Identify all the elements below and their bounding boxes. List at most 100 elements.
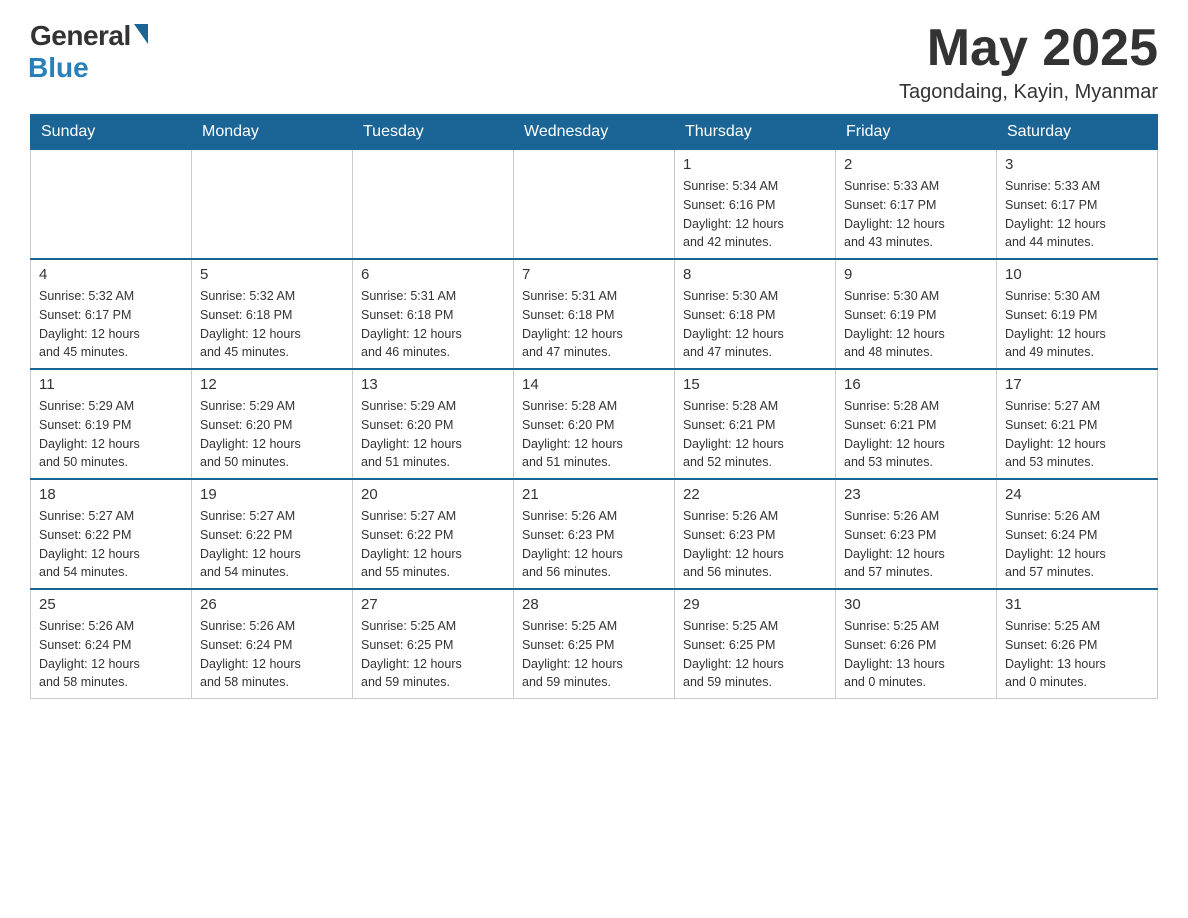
calendar-cell	[514, 150, 675, 260]
day-number: 3	[1005, 156, 1149, 173]
location-text: Tagondaing, Kayin, Myanmar	[899, 81, 1158, 104]
day-number: 4	[39, 266, 183, 283]
calendar-cell: 6Sunrise: 5:31 AM Sunset: 6:18 PM Daylig…	[353, 259, 514, 369]
logo: General Blue	[30, 20, 148, 84]
day-number: 31	[1005, 596, 1149, 613]
calendar-cell: 12 Sunrise: 5:29 AM Sunset: 6:20 PM Dayli…	[192, 369, 353, 479]
calendar-cell: 14 Sunrise: 5:28 AM Sunset: 6:20 PM Dayli…	[514, 369, 675, 479]
day-info: Sunrise: 5:34 AM Sunset: 6:16 PM Dayligh…	[683, 177, 827, 252]
day-number: 23	[844, 486, 988, 503]
day-info: Sunrise: 5:25 AM Sunset: 6:25 PM Dayligh…	[522, 617, 666, 692]
calendar-cell: 21Sunrise: 5:26 AM Sunset: 6:23 PM Dayli…	[514, 479, 675, 589]
day-number: 19	[200, 486, 344, 503]
logo-blue-text: Blue	[28, 52, 89, 84]
day-info: Sunrise: 5:30 AM Sunset: 6:18 PM Dayligh…	[683, 287, 827, 362]
day-number: 25	[39, 596, 183, 613]
day-info: Sunrise: 5:31 AM Sunset: 6:18 PM Dayligh…	[522, 287, 666, 362]
day-info: Sunrise: 5:33 AM Sunset: 6:17 PM Dayligh…	[1005, 177, 1149, 252]
day-info: Sunrise: 5:26 AM Sunset: 6:24 PM Dayligh…	[39, 617, 183, 692]
calendar-week-row: 4 Sunrise: 5:32 AM Sunset: 6:17 PM Daylig…	[31, 259, 1158, 369]
calendar-table: SundayMondayTuesdayWednesdayThursdayFrid…	[30, 114, 1158, 699]
calendar-cell: 28 Sunrise: 5:25 AM Sunset: 6:25 PM Dayli…	[514, 589, 675, 699]
calendar-cell: 22Sunrise: 5:26 AM Sunset: 6:23 PM Dayli…	[675, 479, 836, 589]
day-number: 13	[361, 376, 505, 393]
calendar-cell: 8 Sunrise: 5:30 AM Sunset: 6:18 PM Daylig…	[675, 259, 836, 369]
column-header-monday: Monday	[192, 115, 353, 150]
calendar-cell: 25 Sunrise: 5:26 AM Sunset: 6:24 PM Dayli…	[31, 589, 192, 699]
column-header-sunday: Sunday	[31, 115, 192, 150]
day-info: Sunrise: 5:30 AM Sunset: 6:19 PM Dayligh…	[844, 287, 988, 362]
calendar-cell	[353, 150, 514, 260]
day-info: Sunrise: 5:32 AM Sunset: 6:18 PM Dayligh…	[200, 287, 344, 362]
day-number: 9	[844, 266, 988, 283]
column-header-saturday: Saturday	[997, 115, 1158, 150]
day-info: Sunrise: 5:25 AM Sunset: 6:26 PM Dayligh…	[844, 617, 988, 692]
day-info: Sunrise: 5:26 AM Sunset: 6:23 PM Dayligh…	[522, 507, 666, 582]
day-number: 28	[522, 596, 666, 613]
column-header-friday: Friday	[836, 115, 997, 150]
day-number: 7	[522, 266, 666, 283]
day-info: Sunrise: 5:31 AM Sunset: 6:18 PM Dayligh…	[361, 287, 505, 362]
calendar-cell: 27 Sunrise: 5:25 AM Sunset: 6:25 PM Dayli…	[353, 589, 514, 699]
calendar-cell: 15Sunrise: 5:28 AM Sunset: 6:21 PM Dayli…	[675, 369, 836, 479]
column-header-wednesday: Wednesday	[514, 115, 675, 150]
day-number: 27	[361, 596, 505, 613]
day-info: Sunrise: 5:27 AM Sunset: 6:21 PM Dayligh…	[1005, 397, 1149, 472]
day-info: Sunrise: 5:29 AM Sunset: 6:20 PM Dayligh…	[361, 397, 505, 472]
calendar-cell	[192, 150, 353, 260]
day-number: 14	[522, 376, 666, 393]
day-number: 29	[683, 596, 827, 613]
day-number: 10	[1005, 266, 1149, 283]
calendar-cell: 17 Sunrise: 5:27 AM Sunset: 6:21 PM Dayli…	[997, 369, 1158, 479]
day-info: Sunrise: 5:26 AM Sunset: 6:24 PM Dayligh…	[200, 617, 344, 692]
logo-triangle-icon	[134, 24, 148, 44]
calendar-cell: 4 Sunrise: 5:32 AM Sunset: 6:17 PM Daylig…	[31, 259, 192, 369]
calendar-week-row: 1Sunrise: 5:34 AM Sunset: 6:16 PM Daylig…	[31, 150, 1158, 260]
day-number: 11	[39, 376, 183, 393]
calendar-cell: 19 Sunrise: 5:27 AM Sunset: 6:22 PM Dayli…	[192, 479, 353, 589]
day-number: 24	[1005, 486, 1149, 503]
day-number: 2	[844, 156, 988, 173]
calendar-cell: 2Sunrise: 5:33 AM Sunset: 6:17 PM Daylig…	[836, 150, 997, 260]
day-info: Sunrise: 5:27 AM Sunset: 6:22 PM Dayligh…	[200, 507, 344, 582]
day-info: Sunrise: 5:30 AM Sunset: 6:19 PM Dayligh…	[1005, 287, 1149, 362]
day-info: Sunrise: 5:25 AM Sunset: 6:25 PM Dayligh…	[683, 617, 827, 692]
calendar-cell: 7 Sunrise: 5:31 AM Sunset: 6:18 PM Daylig…	[514, 259, 675, 369]
calendar-cell: 16 Sunrise: 5:28 AM Sunset: 6:21 PM Dayli…	[836, 369, 997, 479]
column-header-tuesday: Tuesday	[353, 115, 514, 150]
calendar-cell	[31, 150, 192, 260]
calendar-cell: 1Sunrise: 5:34 AM Sunset: 6:16 PM Daylig…	[675, 150, 836, 260]
calendar-header-row: SundayMondayTuesdayWednesdayThursdayFrid…	[31, 115, 1158, 150]
day-number: 12	[200, 376, 344, 393]
day-info: Sunrise: 5:27 AM Sunset: 6:22 PM Dayligh…	[361, 507, 505, 582]
day-info: Sunrise: 5:27 AM Sunset: 6:22 PM Dayligh…	[39, 507, 183, 582]
day-number: 8	[683, 266, 827, 283]
day-info: Sunrise: 5:25 AM Sunset: 6:25 PM Dayligh…	[361, 617, 505, 692]
day-info: Sunrise: 5:26 AM Sunset: 6:23 PM Dayligh…	[844, 507, 988, 582]
calendar-cell: 20 Sunrise: 5:27 AM Sunset: 6:22 PM Dayli…	[353, 479, 514, 589]
calendar-cell: 5 Sunrise: 5:32 AM Sunset: 6:18 PM Daylig…	[192, 259, 353, 369]
day-info: Sunrise: 5:29 AM Sunset: 6:20 PM Dayligh…	[200, 397, 344, 472]
day-number: 17	[1005, 376, 1149, 393]
calendar-week-row: 11Sunrise: 5:29 AM Sunset: 6:19 PM Dayli…	[31, 369, 1158, 479]
day-info: Sunrise: 5:32 AM Sunset: 6:17 PM Dayligh…	[39, 287, 183, 362]
day-number: 15	[683, 376, 827, 393]
column-header-thursday: Thursday	[675, 115, 836, 150]
calendar-cell: 24Sunrise: 5:26 AM Sunset: 6:24 PM Dayli…	[997, 479, 1158, 589]
calendar-cell: 10 Sunrise: 5:30 AM Sunset: 6:19 PM Dayli…	[997, 259, 1158, 369]
day-number: 5	[200, 266, 344, 283]
calendar-week-row: 18Sunrise: 5:27 AM Sunset: 6:22 PM Dayli…	[31, 479, 1158, 589]
month-year-title: May 2025	[899, 20, 1158, 77]
calendar-cell: 13 Sunrise: 5:29 AM Sunset: 6:20 PM Dayli…	[353, 369, 514, 479]
day-info: Sunrise: 5:28 AM Sunset: 6:20 PM Dayligh…	[522, 397, 666, 472]
day-number: 16	[844, 376, 988, 393]
calendar-cell: 26 Sunrise: 5:26 AM Sunset: 6:24 PM Dayli…	[192, 589, 353, 699]
day-number: 30	[844, 596, 988, 613]
day-info: Sunrise: 5:28 AM Sunset: 6:21 PM Dayligh…	[844, 397, 988, 472]
day-number: 20	[361, 486, 505, 503]
calendar-cell: 11Sunrise: 5:29 AM Sunset: 6:19 PM Dayli…	[31, 369, 192, 479]
day-number: 26	[200, 596, 344, 613]
day-info: Sunrise: 5:26 AM Sunset: 6:23 PM Dayligh…	[683, 507, 827, 582]
calendar-week-row: 25 Sunrise: 5:26 AM Sunset: 6:24 PM Dayli…	[31, 589, 1158, 699]
calendar-cell: 30 Sunrise: 5:25 AM Sunset: 6:26 PM Dayli…	[836, 589, 997, 699]
